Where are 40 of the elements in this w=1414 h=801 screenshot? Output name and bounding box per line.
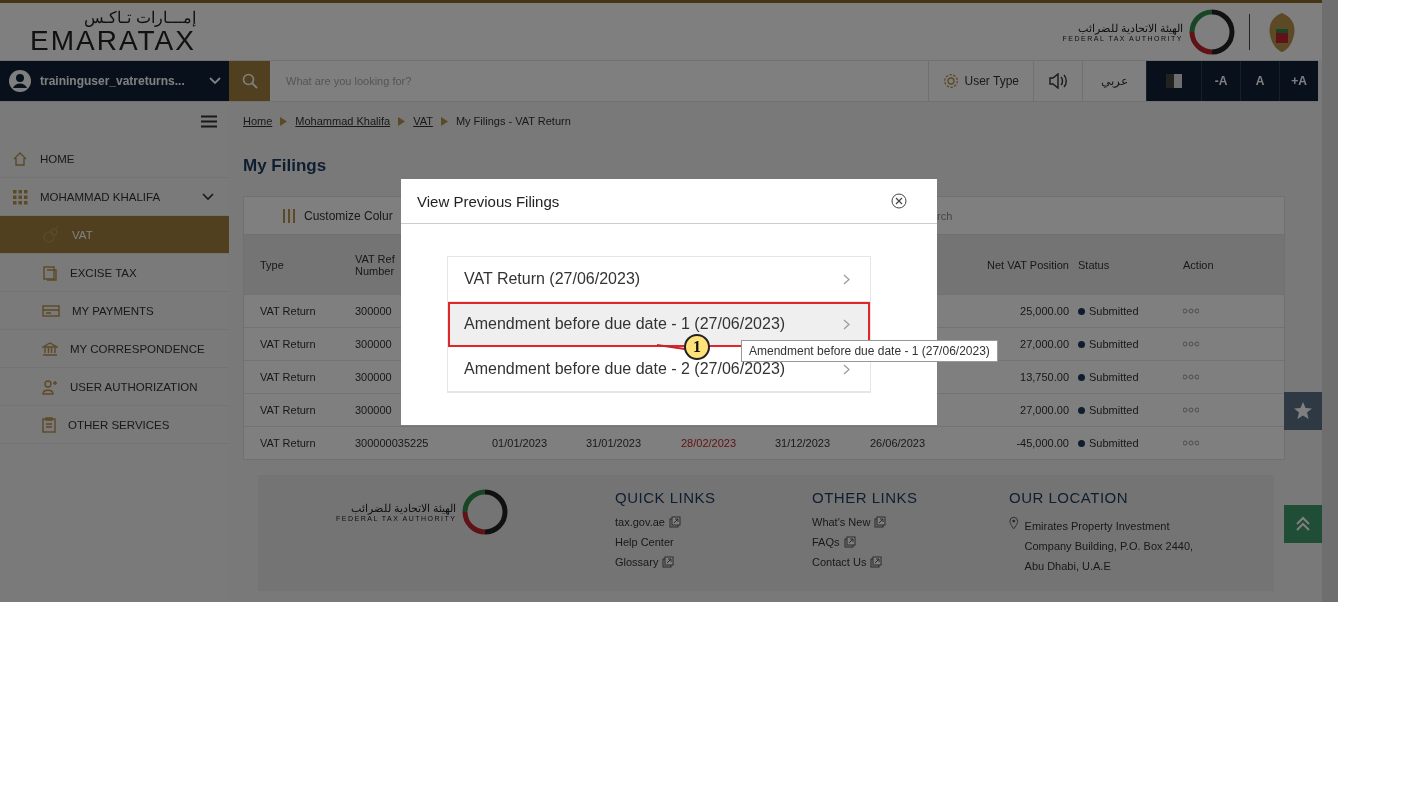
breadcrumb-current: My Filings - VAT Return (455, 115, 571, 127)
table-cell-text: 300000 (355, 403, 393, 418)
authority-arabic-name: الهيئة الاتحادية للضرائب (351, 502, 457, 515)
address-text: Emirates Property Investment Company Building, P.O. Box 2440, Abu Dhabi, U.A.E (1024, 519, 1195, 574)
logo-arabic-text: إمـــارات تـاكـس (84, 8, 196, 27)
table-cell: 27,000.00 (1020, 338, 1069, 350)
page-title: My Filings (243, 156, 328, 176)
column-header: Action (1182, 257, 1215, 273)
table-cell-text: VAT Return (259, 304, 317, 319)
tooltip: Amendment before due date - 1 (27/06/2023) (741, 340, 998, 362)
table-cell-text: 31/01/2023 (586, 436, 643, 451)
footer-heading: QUICK LINKS (615, 489, 717, 506)
footer-heading: OTHER LINKS (812, 489, 919, 506)
authority-arabic-name: الهيئة الاتحادية للضرائب (1077, 21, 1183, 35)
table-cell: 27,000.00 (1020, 404, 1069, 416)
table-cell-text: 26/06/2023 (870, 436, 927, 451)
footer-heading: OUR LOCATION (1009, 489, 1130, 506)
table-cell-text: 300000 (355, 337, 393, 352)
dialog-title: View Previous Filings (417, 192, 560, 210)
table-cell-text: VAT Return (259, 436, 317, 451)
status-label: Submitted (1075, 371, 1139, 383)
table-cell-text: VAT Return (259, 337, 317, 352)
table-cell: 25,000.00 (1020, 305, 1069, 317)
table-cell: 13,750.00 (1020, 371, 1069, 383)
table-cell: -45,000.00 (1016, 437, 1069, 449)
logo-text: EMARATAX (30, 27, 196, 55)
column-header: Type (259, 257, 285, 273)
table-cell-text: VAT Return (259, 403, 317, 418)
status-label: Submitted (1075, 305, 1139, 317)
table-cell-text: 01/01/2023 (492, 436, 549, 451)
table-cell-text: 300000035225 (355, 436, 430, 451)
status-label: Submitted (1075, 338, 1139, 350)
table-cell-text: VAT Return (259, 370, 317, 385)
status-label: Submitted (1075, 404, 1139, 416)
column-header: VAT Ref Number (355, 252, 396, 277)
table-cell-text: 28/02/2023 (681, 436, 738, 451)
column-header: Net VAT Position (986, 257, 1070, 273)
table-cell-text: 31/12/2023 (775, 436, 832, 451)
column-header: Status (1077, 257, 1111, 273)
status-label: Submitted (1075, 437, 1139, 449)
